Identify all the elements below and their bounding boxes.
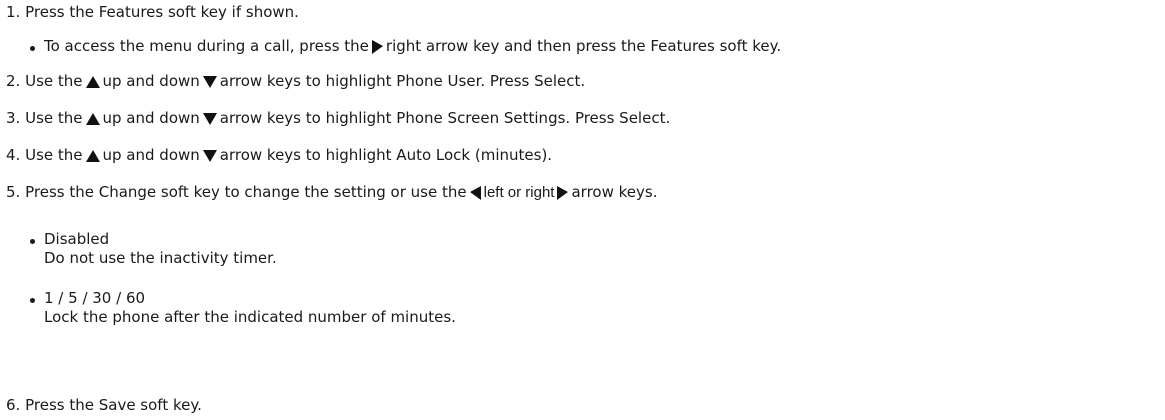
option-description: Do not use the inactivity timer. xyxy=(44,249,277,267)
right-arrow-icon xyxy=(557,185,569,200)
step-text-end: arrow keys to highlight Phone User. Pres… xyxy=(219,72,586,90)
step-text-end: arrow keys to highlight Auto Lock (minut… xyxy=(219,146,553,164)
step-text-start: Use the xyxy=(25,72,83,90)
step-number: 1. xyxy=(6,3,21,21)
step-5: 5. Press the Change soft key to change t… xyxy=(6,183,657,202)
down-arrow-icon xyxy=(202,149,217,162)
step-text-start: Press the Change soft key to change the … xyxy=(25,183,467,201)
step-number: 4. xyxy=(6,146,21,164)
step-text-middle: up and down xyxy=(102,109,200,127)
step-text-start: Use the xyxy=(25,109,83,127)
step-text-middle: up and down xyxy=(102,72,200,90)
step-4: 4. Use the up and down arrow keys to highl… xyxy=(6,146,552,164)
step-text-middle: left or right xyxy=(483,184,555,201)
left-arrow-icon xyxy=(469,185,481,200)
step-number: 2. xyxy=(6,72,21,90)
step-text-end: arrow keys. xyxy=(571,183,658,201)
step-2: 2. Use the up and down arrow keys to highl… xyxy=(6,72,585,90)
down-arrow-icon xyxy=(202,112,217,125)
bullet xyxy=(30,239,35,244)
step-1: 1. Press the Features soft key if shown. xyxy=(6,3,299,21)
down-arrow-icon xyxy=(202,75,217,88)
step-number: 6. xyxy=(6,396,21,414)
step-1-substep: To access the menu during a call, press … xyxy=(44,37,781,55)
up-arrow-icon xyxy=(85,75,100,88)
step-text-middle: up and down xyxy=(102,146,200,164)
substep-text-end: right arrow key and then press the Featu… xyxy=(385,37,782,55)
up-arrow-icon xyxy=(85,112,100,125)
step-text: Press the Save soft key. xyxy=(25,396,202,414)
bullet xyxy=(30,46,35,51)
step-3: 3. Use the up and down arrow keys to highl… xyxy=(6,109,670,127)
step-number: 3. xyxy=(6,109,21,127)
bullet xyxy=(30,298,35,303)
option-title: 1 / 5 / 30 / 60 xyxy=(44,289,146,307)
option-title: Disabled xyxy=(44,230,110,248)
up-arrow-icon xyxy=(85,149,100,162)
step-number: 5. xyxy=(6,183,21,201)
step-text: Press the Features soft key if shown. xyxy=(25,3,299,21)
step-text-end: arrow keys to highlight Phone Screen Set… xyxy=(219,109,671,127)
step-text-start: Use the xyxy=(25,146,83,164)
substep-text-start: To access the menu during a call, press … xyxy=(44,37,369,55)
step-6: 6. Press the Save soft key. xyxy=(6,396,202,414)
option-description: Lock the phone after the indicated numbe… xyxy=(44,308,456,326)
right-arrow-icon xyxy=(371,39,383,54)
